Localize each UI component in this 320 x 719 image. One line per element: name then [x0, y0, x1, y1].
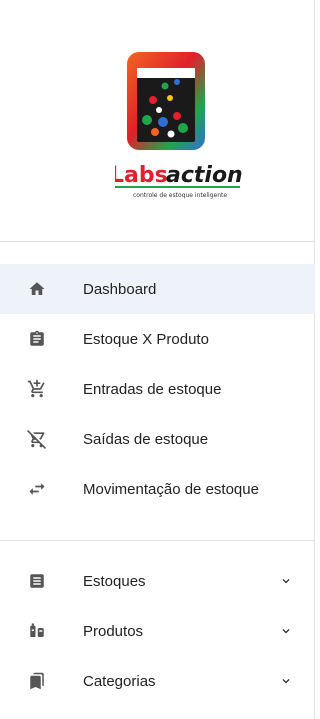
- cart-remove-icon: [26, 428, 48, 450]
- nav-saidas[interactable]: Saídas de estoque: [0, 414, 315, 464]
- clipboard-icon: [26, 328, 48, 350]
- products-icon: [26, 620, 48, 642]
- home-icon: [26, 278, 48, 300]
- nav-label: Estoque X Produto: [83, 330, 209, 348]
- sidebar: Labs action controle de estoque intelige…: [0, 0, 315, 719]
- chevron-down-icon[interactable]: [275, 620, 297, 642]
- chevron-down-icon[interactable]: [275, 670, 297, 692]
- nav-label: Produtos: [83, 622, 144, 640]
- nav-divider: [0, 540, 314, 541]
- chevron-down-icon[interactable]: [275, 570, 297, 592]
- brand-labs: Labs: [115, 163, 168, 188]
- cart-add-icon: [26, 378, 48, 400]
- nav-estoque-x-produto[interactable]: Estoque X Produto: [0, 314, 315, 364]
- nav-movimentacao[interactable]: Movimentação de estoque: [0, 464, 315, 514]
- nav-entradas[interactable]: Entradas de estoque: [0, 364, 315, 414]
- nav-dashboard[interactable]: Dashboard: [0, 264, 315, 314]
- document-icon: [26, 570, 48, 592]
- nav-group-produtos[interactable]: Produtos: [0, 606, 315, 656]
- brand-action: action: [166, 163, 243, 188]
- nav-label: Categorias: [83, 672, 156, 690]
- nav-label: Dashboard: [83, 280, 157, 298]
- bookmarks-icon: [26, 670, 48, 692]
- logo-area: Labs action controle de estoque intelige…: [0, 0, 314, 242]
- nav-label: Entradas de estoque: [83, 380, 222, 398]
- swap-icon: [26, 478, 48, 500]
- labsaction-logo[interactable]: Labs action controle de estoque intelige…: [115, 48, 255, 208]
- logo-divider: [0, 241, 314, 242]
- nav-group-estoques[interactable]: Estoques: [0, 556, 315, 606]
- nav-label: Movimentação de estoque: [83, 480, 259, 498]
- nav-group-categorias[interactable]: Categorias: [0, 656, 315, 706]
- brand-tagline: controle de estoque inteligente: [133, 192, 227, 199]
- nav-label: Saídas de estoque: [83, 430, 209, 448]
- nav-label: Estoques: [83, 572, 146, 590]
